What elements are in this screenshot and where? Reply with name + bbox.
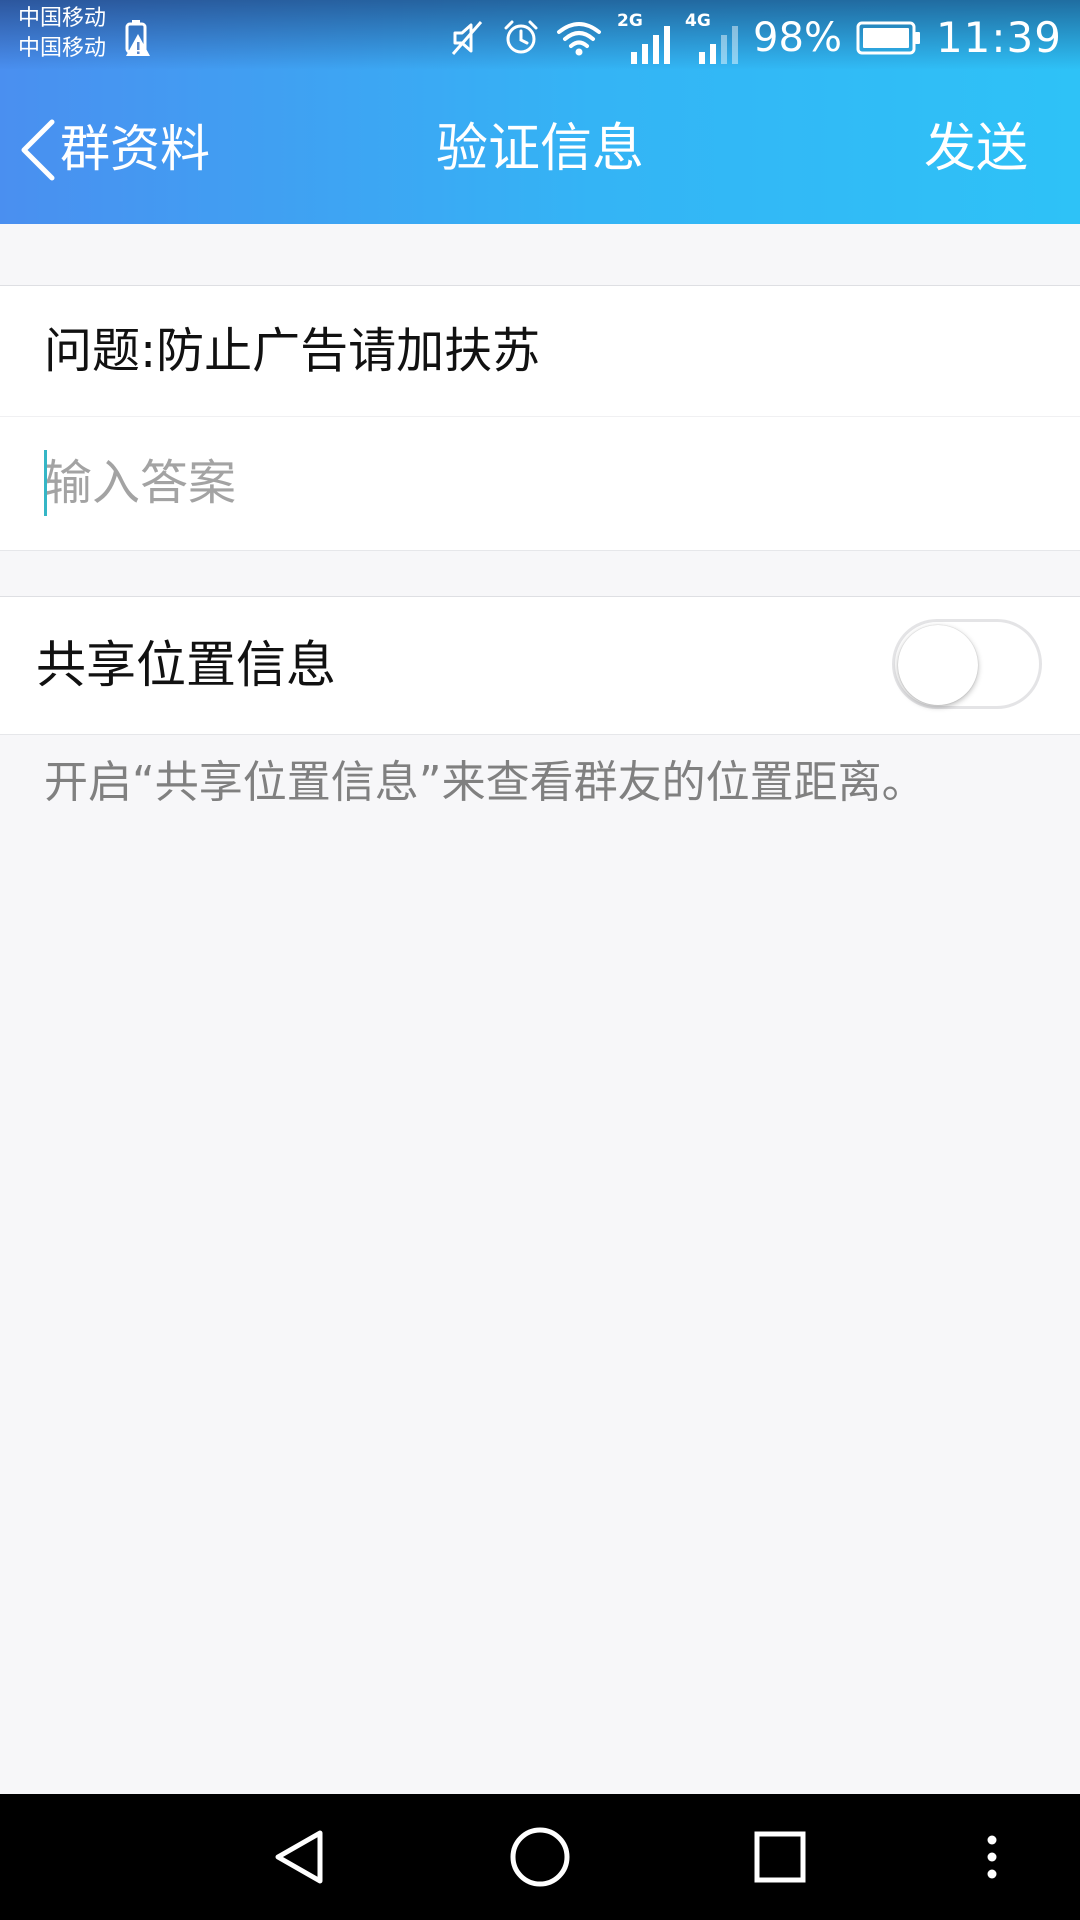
mute-icon: [451, 21, 483, 55]
back-button[interactable]: 群资料: [14, 112, 210, 186]
wifi-icon: [557, 22, 602, 56]
question-section: 问题:防止广告请加扶苏: [0, 285, 1080, 551]
battery-alert-icon: [125, 20, 150, 56]
title-bar: 群资料 验证信息 发送: [0, 72, 1080, 224]
text-caret: [44, 450, 47, 516]
alarm-icon: [504, 20, 538, 54]
carrier-2: 中国移动: [18, 36, 107, 61]
nav-home-button[interactable]: [500, 1817, 580, 1897]
back-label: 群资料: [60, 120, 210, 178]
question-row: 问题:防止广告请加扶苏: [0, 286, 1080, 417]
more-dots-icon: [987, 1835, 997, 1879]
home-circle-icon: [510, 1827, 570, 1887]
location-share-hint: 开启“共享位置信息”来查看群友的位置距离。: [44, 757, 926, 808]
answer-row: [0, 417, 1080, 550]
signal-2g: 2G: [617, 12, 671, 64]
battery-icon: [856, 21, 920, 55]
chevron-left-icon: [21, 119, 55, 181]
carrier-1: 中国移动: [18, 6, 107, 31]
battery-percent: 98%: [753, 15, 842, 61]
answer-input[interactable]: [44, 445, 1034, 521]
signal-4g: 4G: [685, 12, 739, 64]
back-triangle-icon: [275, 1830, 323, 1884]
recents-square-icon: [754, 1831, 806, 1883]
signal-icon: [699, 26, 739, 64]
toggle-knob: [898, 625, 978, 705]
status-bar: 中国移动 中国移动 2G 4G 98% 11:39: [0, 0, 1080, 72]
signal-icon: [631, 26, 671, 64]
clock: 11:39: [935, 13, 1062, 62]
nav-more-button[interactable]: [952, 1817, 1032, 1897]
carrier-list: 中国移动 中国移动: [18, 4, 106, 64]
question-text: 问题:防止广告请加扶苏: [44, 323, 541, 379]
nav-back-button[interactable]: [260, 1817, 340, 1897]
nav-recents-button[interactable]: [740, 1817, 820, 1897]
send-button[interactable]: 发送: [924, 112, 1028, 186]
location-share-row: 共享位置信息: [0, 596, 1080, 735]
status-icons: 2G 4G 98% 11:39: [447, 10, 1062, 66]
location-share-toggle[interactable]: [892, 619, 1042, 709]
location-share-label: 共享位置信息: [36, 636, 336, 694]
screen: 中国移动 中国移动 2G 4G 98% 11:39 群资料 验证信息 发送 问题…: [0, 0, 1080, 1920]
navigation-bar: [0, 1794, 1080, 1920]
